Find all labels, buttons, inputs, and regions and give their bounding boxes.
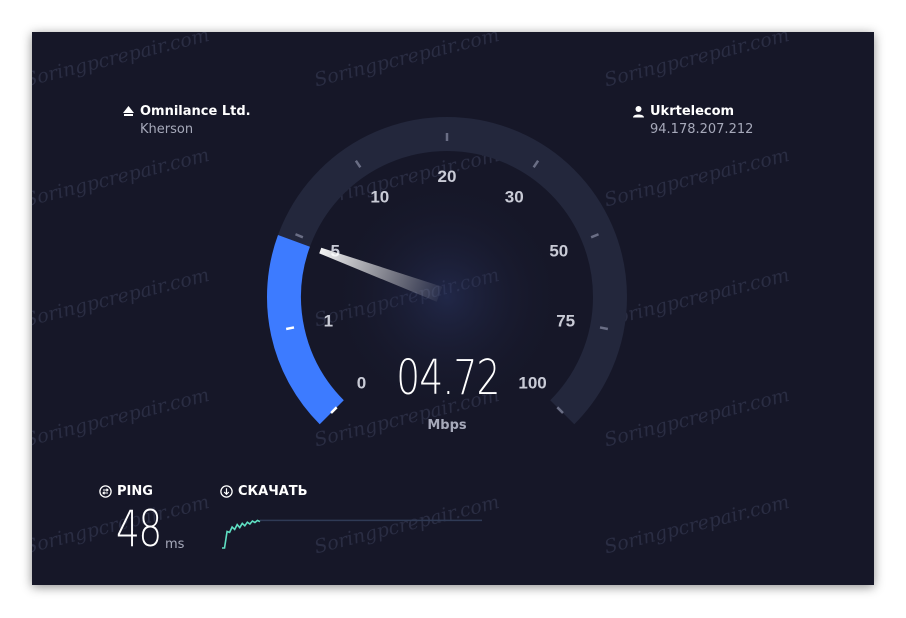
server-icon [122, 105, 135, 118]
download-sparkline [222, 519, 482, 549]
watermark: Soringpcrepair.com [32, 384, 212, 452]
gauge-tick [285, 326, 295, 331]
download-icon [220, 485, 233, 498]
ping-value: 48 [116, 500, 162, 558]
server-location: Kherson [140, 122, 194, 137]
ping-label: PING [99, 484, 153, 499]
gauge-tick-label: 100 [518, 374, 546, 393]
user-icon [632, 105, 645, 118]
sparkline-line [222, 519, 261, 549]
ping-unit: ms [165, 537, 185, 552]
watermark: Soringpcrepair.com [312, 32, 502, 92]
isp-name: Ukrtelecom [650, 104, 735, 119]
gauge-tick-label: 50 [549, 242, 568, 261]
gauge-tick-label: 1 [324, 312, 333, 331]
gauge-tick-label: 75 [556, 312, 575, 331]
watermark: Soringpcrepair.com [32, 144, 212, 212]
gauge-tick [599, 326, 609, 331]
gauge-tick-label: 20 [438, 167, 457, 186]
ping-icon [99, 485, 112, 498]
speed-value: 04.72 [396, 350, 500, 406]
gauge-tick-label: 10 [370, 187, 389, 206]
watermark: Soringpcrepair.com [602, 32, 792, 92]
speedtest-panel: Soringpcrepair.com Soringpcrepair.com So… [32, 32, 874, 585]
watermark: Soringpcrepair.com [32, 32, 212, 92]
speed-unit: Mbps [427, 418, 467, 433]
client-info[interactable]: Ukrtelecom 94.178.207.212 [632, 104, 753, 137]
server-info[interactable]: Omnilance Ltd. Kherson [122, 104, 251, 137]
watermark: Soringpcrepair.com [602, 491, 792, 559]
watermark: Soringpcrepair.com [32, 264, 212, 332]
server-name: Omnilance Ltd. [140, 104, 251, 119]
gauge-tick-label: 0 [357, 374, 366, 393]
client-ip: 94.178.207.212 [650, 122, 754, 137]
download-label: СКАЧАТЬ [220, 484, 308, 499]
gauge-tick-label: 30 [505, 187, 524, 206]
